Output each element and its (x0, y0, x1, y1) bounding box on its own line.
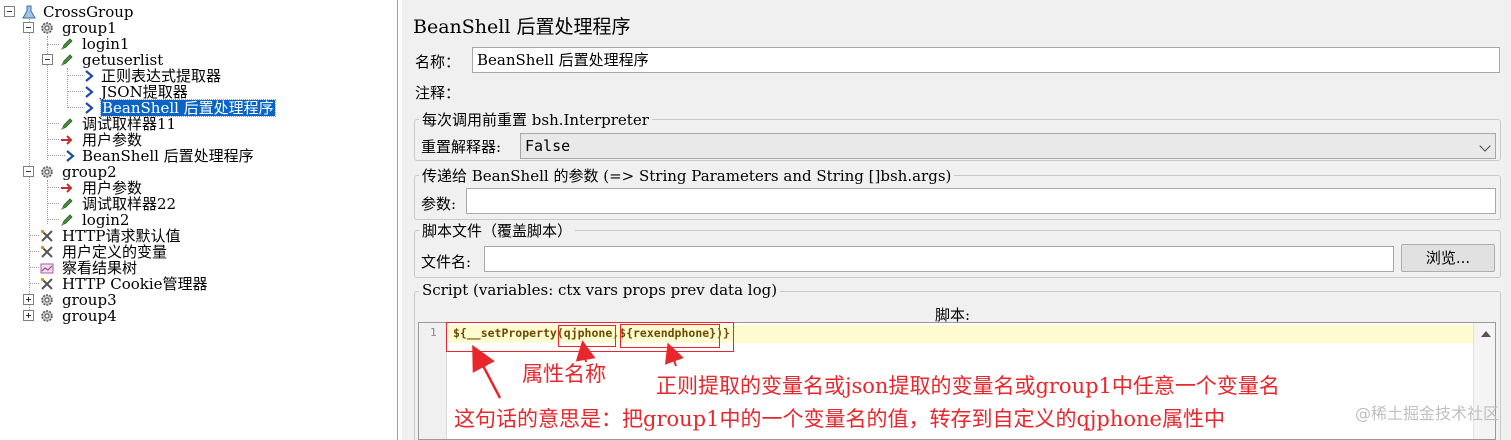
watermark: @稀土掘金技术社区 (1354, 404, 1499, 423)
annotation-meaning: 这句话的意思是：把group1中的一个变量名的值，转存到自定义的qjphone属… (454, 407, 1225, 431)
arrow-to-variable-name (664, 342, 684, 367)
annotation-property-name: 属性名称 (522, 362, 606, 386)
annotation-variable-source: 正则提取的变量名或json提取的变量名或group1中任意一个变量名 (656, 374, 1280, 398)
arrow-to-expression (472, 344, 502, 399)
